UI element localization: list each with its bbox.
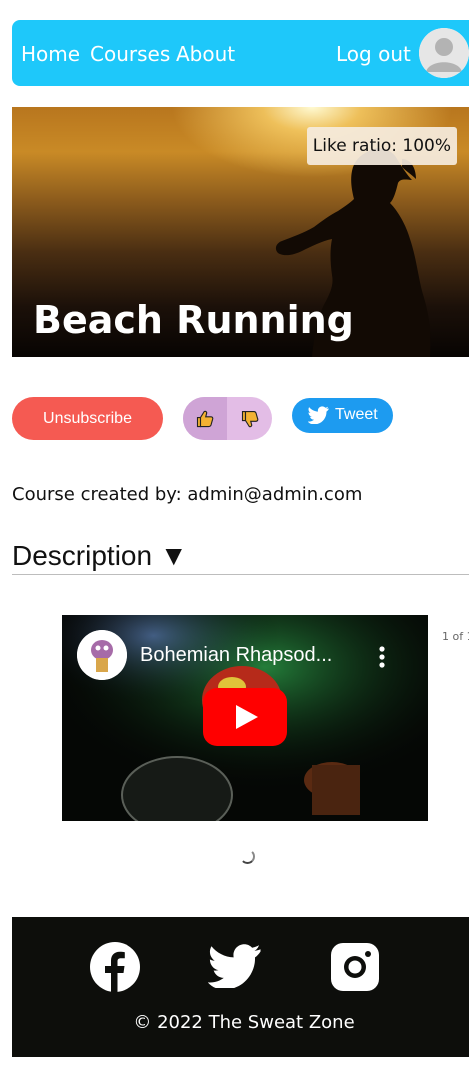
- vote-group: [183, 397, 272, 440]
- navbar: Home Courses About Log out: [12, 20, 469, 86]
- description-toggle[interactable]: Description ▼: [12, 538, 188, 574]
- video-title[interactable]: Bohemian Rhapsod...: [140, 643, 332, 667]
- course-hero-image: Like ratio: 100% Beach Running: [12, 107, 469, 357]
- user-avatar-icon[interactable]: [419, 28, 469, 78]
- divider: [12, 574, 469, 575]
- nav-home-link[interactable]: Home: [21, 42, 80, 66]
- thumbs-down-icon: [241, 410, 259, 427]
- channel-avatar[interactable]: [77, 630, 127, 680]
- play-icon[interactable]: [203, 688, 287, 746]
- twitter-bird-icon: [308, 406, 329, 424]
- more-options-icon[interactable]: [372, 643, 392, 671]
- slide-counter: 1 of 1: [442, 630, 469, 643]
- course-creator: Course created by: admin@admin.com: [12, 484, 363, 505]
- nav-about-link[interactable]: About: [176, 42, 235, 66]
- instagram-icon[interactable]: [331, 943, 379, 995]
- footer: © 2022 The Sweat Zone: [12, 917, 469, 1057]
- loading-spinner-icon: [240, 849, 255, 864]
- course-title: Beach Running: [33, 298, 354, 342]
- copyright-text: © 2022 The Sweat Zone: [133, 1012, 355, 1033]
- dislike-button[interactable]: [228, 397, 272, 440]
- tweet-button[interactable]: Tweet: [292, 398, 393, 433]
- tweet-label: Tweet: [335, 406, 378, 423]
- facebook-icon[interactable]: [90, 942, 140, 996]
- twitter-icon[interactable]: [207, 944, 262, 992]
- like-button[interactable]: [183, 397, 227, 440]
- like-ratio-badge: Like ratio: 100%: [306, 127, 457, 165]
- logout-link[interactable]: Log out: [336, 42, 411, 66]
- nav-courses-link[interactable]: Courses: [90, 42, 170, 66]
- unsubscribe-button[interactable]: Unsubscribe: [12, 397, 163, 440]
- video-player[interactable]: Bohemian Rhapsod...: [62, 615, 428, 821]
- thumbs-up-icon: [196, 410, 214, 427]
